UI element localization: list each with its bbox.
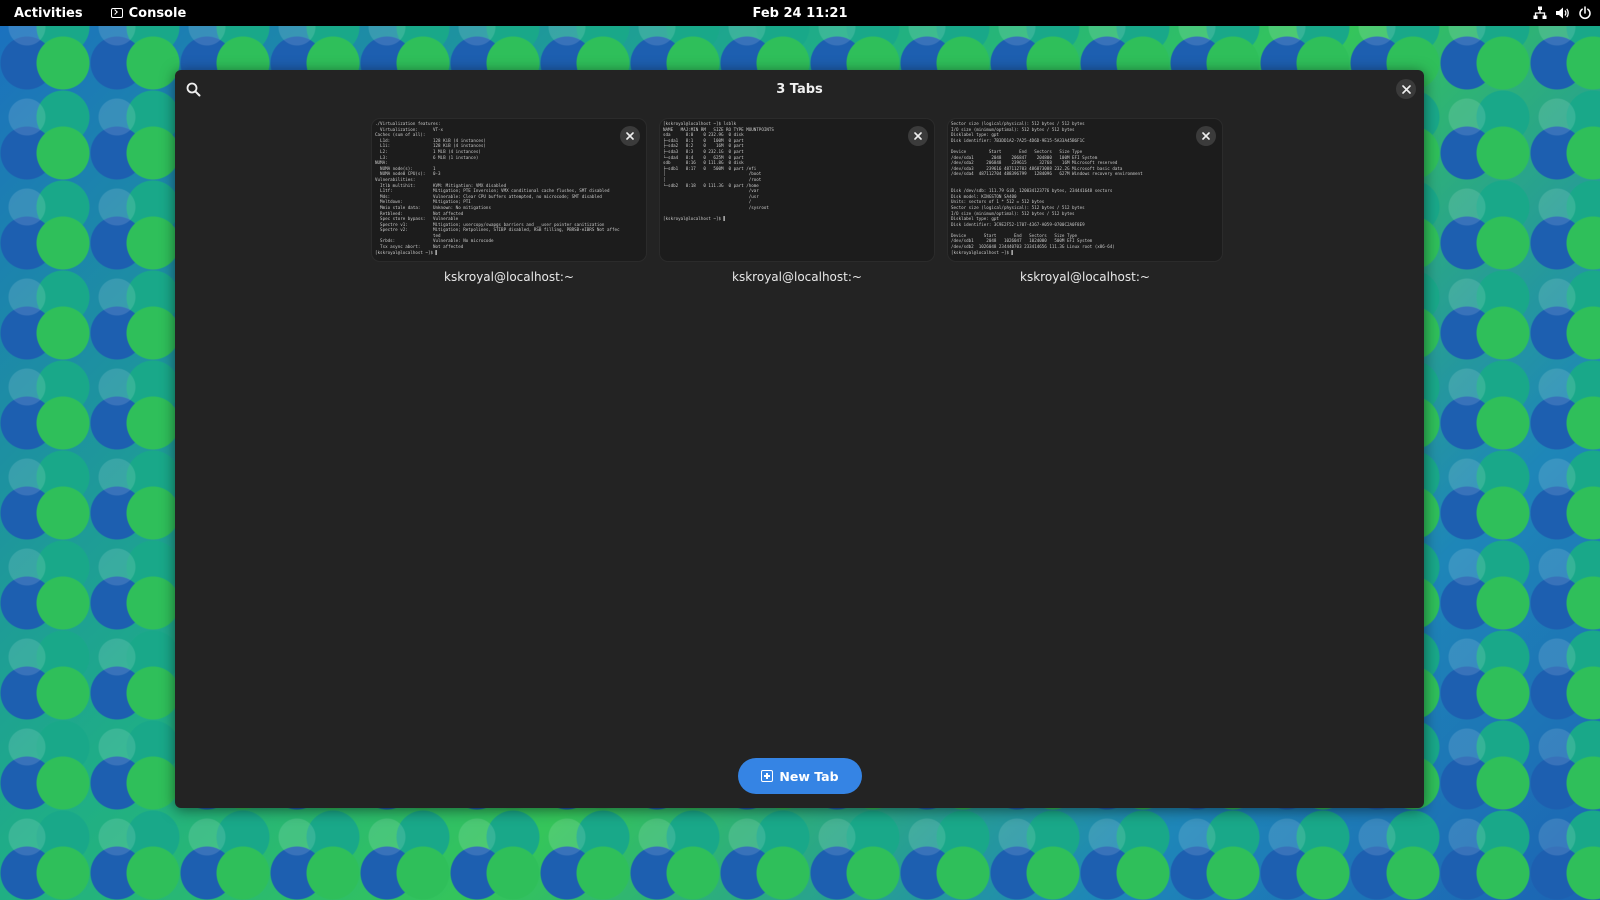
volume-icon[interactable] bbox=[1555, 6, 1570, 20]
tab-card[interactable]: Sector size (logical/physical): 512 byte… bbox=[948, 119, 1222, 284]
new-tab-icon bbox=[761, 770, 774, 782]
tab-card[interactable]: ./Virtualization features: Virtualizatio… bbox=[372, 119, 646, 284]
top-bar: Activities Console Feb 24 11:21 bbox=[0, 0, 1600, 26]
tab-close-icon[interactable] bbox=[1196, 126, 1216, 146]
tab-card[interactable]: [kskroyal@localhost ~]$ lsblk NAME MAJ:M… bbox=[660, 119, 934, 284]
tab-title: kskroyal@localhost:~ bbox=[1020, 270, 1150, 284]
tab-thumbnail[interactable]: [kskroyal@localhost ~]$ lsblk NAME MAJ:M… bbox=[660, 119, 934, 261]
tabs-grid: ./Virtualization features: Virtualizatio… bbox=[372, 119, 1222, 284]
new-tab-label: New Tab bbox=[779, 768, 839, 784]
system-tray[interactable] bbox=[1533, 0, 1592, 26]
search-icon[interactable] bbox=[183, 79, 203, 99]
terminal-preview: ./Virtualization features: Virtualizatio… bbox=[375, 121, 620, 255]
app-menu[interactable]: Console bbox=[110, 5, 187, 21]
power-icon[interactable] bbox=[1578, 6, 1592, 20]
tab-title: kskroyal@localhost:~ bbox=[444, 270, 574, 284]
tab-title: kskroyal@localhost:~ bbox=[732, 270, 862, 284]
tab-thumbnail[interactable]: Sector size (logical/physical): 512 byte… bbox=[948, 119, 1222, 261]
tab-close-icon[interactable] bbox=[908, 126, 928, 146]
terminal-preview: Sector size (logical/physical): 512 byte… bbox=[951, 121, 1143, 255]
clock[interactable]: Feb 24 11:21 bbox=[753, 6, 848, 21]
window-header: 3 Tabs bbox=[175, 70, 1424, 108]
window-title: 3 Tabs bbox=[776, 81, 823, 97]
tab-overview-window: 3 Tabs ./Virtualization features: Virtua… bbox=[175, 70, 1424, 808]
activities-button[interactable]: Activities bbox=[14, 3, 83, 24]
new-tab-button[interactable]: New Tab bbox=[738, 758, 862, 794]
app-menu-label: Console bbox=[128, 5, 187, 21]
close-icon[interactable] bbox=[1396, 79, 1416, 99]
tab-close-icon[interactable] bbox=[620, 126, 640, 146]
console-icon bbox=[110, 8, 123, 18]
network-icon[interactable] bbox=[1533, 6, 1547, 20]
terminal-preview: [kskroyal@localhost ~]$ lsblk NAME MAJ:M… bbox=[663, 121, 774, 222]
tab-thumbnail[interactable]: ./Virtualization features: Virtualizatio… bbox=[372, 119, 646, 261]
